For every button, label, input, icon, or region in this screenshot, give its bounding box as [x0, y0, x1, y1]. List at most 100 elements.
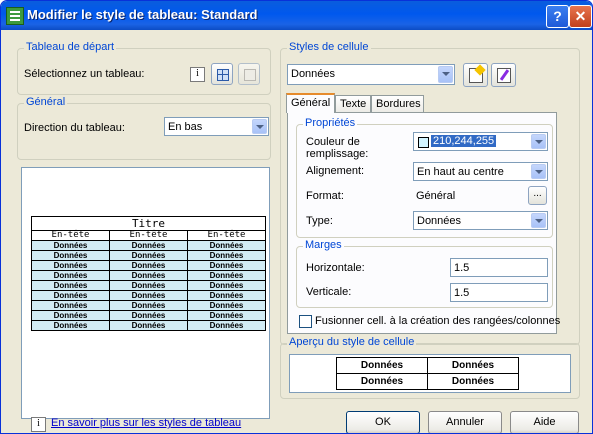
preview-data-cell: Données	[109, 240, 188, 251]
preview-data-cell: Données	[109, 250, 188, 261]
horizontal-margin-input[interactable]: 1.5	[450, 258, 548, 277]
type-label: Type:	[306, 215, 333, 227]
alignment-label: Alignement:	[306, 165, 365, 177]
cell-styles-legend: Styles de cellule	[287, 41, 371, 53]
fill-color-label-2: remplissage:	[306, 148, 369, 160]
merge-cells-checkbox[interactable]	[299, 315, 312, 328]
clear-table-button[interactable]	[238, 63, 260, 85]
preview-data-cell: Données	[31, 290, 110, 301]
cell-preview-box: Données Données Données Données	[289, 354, 571, 393]
vertical-margin-value: 1.5	[454, 287, 470, 299]
format-button[interactable]: ...	[528, 186, 547, 205]
cell-style-value: Données	[291, 68, 336, 80]
preview-table: Titre En-tête En-tête En-tête Données Don…	[31, 216, 266, 331]
help-title-button[interactable]: ?	[546, 5, 569, 28]
vertical-margin-input[interactable]: 1.5	[450, 283, 548, 302]
direction-label: Direction du tableau:	[24, 122, 125, 134]
format-value: Général	[416, 190, 456, 202]
chevron-down-icon[interactable]	[531, 164, 546, 179]
help-button[interactable]: Aide	[510, 411, 579, 433]
preview-data-cell: Données	[187, 320, 266, 331]
chevron-down-icon[interactable]	[531, 213, 546, 228]
preview-data-cell: Données	[187, 250, 266, 261]
cell-style-select[interactable]: Données	[287, 64, 455, 85]
tab-general[interactable]: Général	[286, 93, 335, 113]
cell-preview-cell: Données	[427, 373, 519, 390]
tab-text[interactable]: Texte	[335, 95, 371, 112]
window-title: Modifier le style de tableau: Standard	[27, 7, 258, 22]
manage-cell-styles-button[interactable]	[491, 63, 516, 87]
type-value: Données	[417, 215, 462, 227]
margins-legend: Marges	[303, 239, 344, 251]
type-select[interactable]: Données	[413, 211, 548, 230]
horizontal-label: Horizontale:	[306, 262, 365, 274]
preview-data-cell: Données	[31, 300, 110, 311]
preview-data-cell: Données	[109, 260, 188, 271]
table-grid-icon	[217, 69, 229, 81]
preview-data-cell: Données	[187, 300, 266, 311]
learn-more-link[interactable]: En savoir plus sur les styles de tableau	[51, 417, 241, 429]
title-bar: Modifier le style de tableau: Standard ?…	[1, 1, 592, 30]
start-table-legend: Tableau de départ	[24, 41, 117, 53]
select-table-button[interactable]	[211, 63, 233, 85]
preview-data-cell: Données	[109, 300, 188, 311]
general-legend: Général	[24, 96, 68, 108]
select-table-label: Sélectionnez un tableau:	[24, 68, 145, 80]
table-preview: Titre En-tête En-tête En-tête Données Don…	[21, 167, 270, 419]
preview-data-cell: Données	[31, 280, 110, 291]
fill-color-label-text-1: Couleur de	[306, 136, 360, 148]
preview-data-cell: Données	[187, 310, 266, 321]
fill-color-value: 210,244,255	[431, 135, 497, 147]
preview-data-cell: Données	[31, 310, 110, 321]
chevron-down-icon[interactable]	[531, 134, 546, 149]
preview-data-cell: Données	[109, 310, 188, 321]
preview-data-cell: Données	[109, 270, 188, 281]
info-icon[interactable]: i	[190, 67, 205, 82]
preview-data-cell: Données	[31, 270, 110, 281]
alignment-select[interactable]: En haut au centre	[413, 162, 548, 181]
direction-value: En bas	[168, 121, 203, 133]
preview-data-cell: Données	[187, 240, 266, 251]
cell-preview-legend: Aperçu du style de cellule	[287, 336, 417, 348]
preview-data-cell: Données	[187, 260, 266, 271]
fill-color-label-1: Couleur de	[306, 136, 360, 148]
table-grid-disabled-icon	[244, 69, 256, 81]
new-cell-style-button[interactable]	[463, 63, 488, 87]
preview-data-cell: Données	[187, 270, 266, 281]
chevron-down-icon[interactable]	[252, 119, 267, 134]
close-button[interactable]: ✕	[569, 5, 592, 28]
chevron-down-icon[interactable]	[438, 66, 453, 83]
preview-data-cell: Données	[187, 290, 266, 301]
cell-preview-table: Données Données Données Données	[336, 357, 519, 390]
properties-legend: Propriétés	[303, 117, 358, 129]
preview-data-cell: Données	[109, 290, 188, 301]
preview-title-cell: Titre	[31, 216, 266, 231]
dialog-window: Modifier le style de tableau: Standard ?…	[0, 0, 593, 434]
preview-header-cell: En-tête	[187, 230, 266, 241]
preview-data-cell: Données	[31, 240, 110, 251]
ok-button[interactable]: OK	[346, 411, 420, 433]
cell-preview-cell: Données	[427, 357, 519, 374]
alignment-value: En haut au centre	[417, 166, 504, 178]
direction-select[interactable]: En bas	[164, 117, 269, 136]
cell-preview-cell: Données	[336, 373, 428, 390]
preview-data-cell: Données	[31, 250, 110, 261]
preview-data-cell: Données	[109, 320, 188, 331]
fill-color-select[interactable]: 210,244,255	[413, 132, 548, 151]
color-swatch	[418, 137, 429, 148]
format-label: Format:	[306, 190, 344, 202]
vertical-label: Verticale:	[306, 286, 352, 298]
preview-header-cell: En-tête	[31, 230, 110, 241]
tab-borders[interactable]: Bordures	[371, 95, 424, 112]
horizontal-margin-value: 1.5	[454, 262, 470, 274]
app-table-icon	[6, 7, 24, 25]
preview-data-cell: Données	[187, 280, 266, 291]
info-icon: i	[31, 417, 46, 432]
preview-data-cell: Données	[31, 260, 110, 271]
merge-cells-label[interactable]: Fusionner cell. à la création des rangée…	[315, 315, 560, 327]
preview-header-cell: En-tête	[109, 230, 188, 241]
cell-preview-cell: Données	[336, 357, 428, 374]
preview-data-cell: Données	[31, 320, 110, 331]
preview-data-cell: Données	[109, 280, 188, 291]
cancel-button[interactable]: Annuler	[428, 411, 502, 433]
